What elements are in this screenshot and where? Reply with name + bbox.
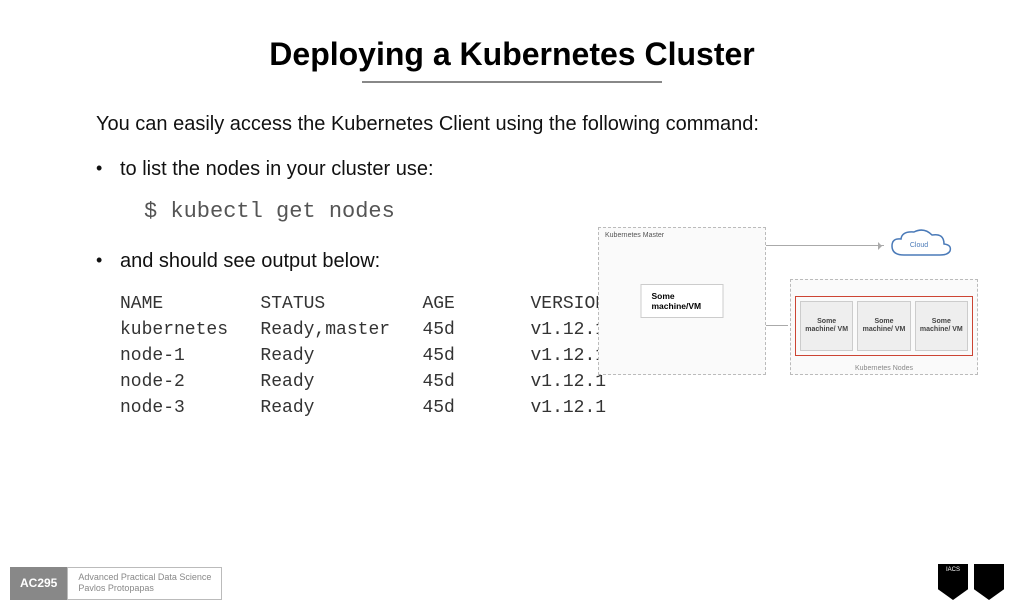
connector-cloud xyxy=(766,245,884,247)
instructor: Pavlos Protopapas xyxy=(78,583,211,595)
output-row: kubernetes Ready,master 45d v1.12.1 xyxy=(120,320,606,340)
svg-text:Cloud: Cloud xyxy=(910,242,928,249)
course-code: AC295 xyxy=(10,567,67,600)
nodes-group: Some machine/ VM Some machine/ VM Some m… xyxy=(795,296,973,356)
cloud-icon: Cloud xyxy=(884,227,954,263)
slide-title: Deploying a Kubernetes Cluster xyxy=(0,36,1024,81)
harvard-logo-icon xyxy=(974,564,1004,600)
master-vm: Some machine/VM xyxy=(641,284,724,318)
output-header: NAME STATUS AGE VERSION xyxy=(120,294,606,314)
output-row: node-1 Ready 45d v1.12.1 xyxy=(120,346,606,366)
node-vm: Some machine/ VM xyxy=(857,301,910,351)
bullet-1: to list the nodes in your cluster use: xyxy=(96,158,928,181)
nodes-box: Some machine/ VM Some machine/ VM Some m… xyxy=(790,279,978,375)
architecture-diagram: Kubernetes Master Some machine/VM Cloud … xyxy=(598,221,978,381)
connector-nodes xyxy=(766,325,788,327)
master-label: Kubernetes Master xyxy=(599,228,765,243)
output-row: node-2 Ready 45d v1.12.1 xyxy=(120,372,606,392)
course-info: Advanced Practical Data Science Pavlos P… xyxy=(67,567,222,600)
course-name: Advanced Practical Data Science xyxy=(78,572,211,584)
iacs-logo-icon: IACS xyxy=(938,564,968,600)
footer: AC295 Advanced Practical Data Science Pa… xyxy=(10,567,222,600)
nodes-label: Kubernetes Nodes xyxy=(791,365,977,372)
node-vm: Some machine/ VM xyxy=(800,301,853,351)
node-vm: Some machine/ VM xyxy=(915,301,968,351)
output-row: node-3 Ready 45d v1.12.1 xyxy=(120,398,606,418)
logos: IACS xyxy=(938,564,1004,600)
title-underline xyxy=(362,81,662,83)
intro-text: You can easily access the Kubernetes Cli… xyxy=(96,113,928,136)
master-box: Kubernetes Master Some machine/VM xyxy=(598,227,766,375)
